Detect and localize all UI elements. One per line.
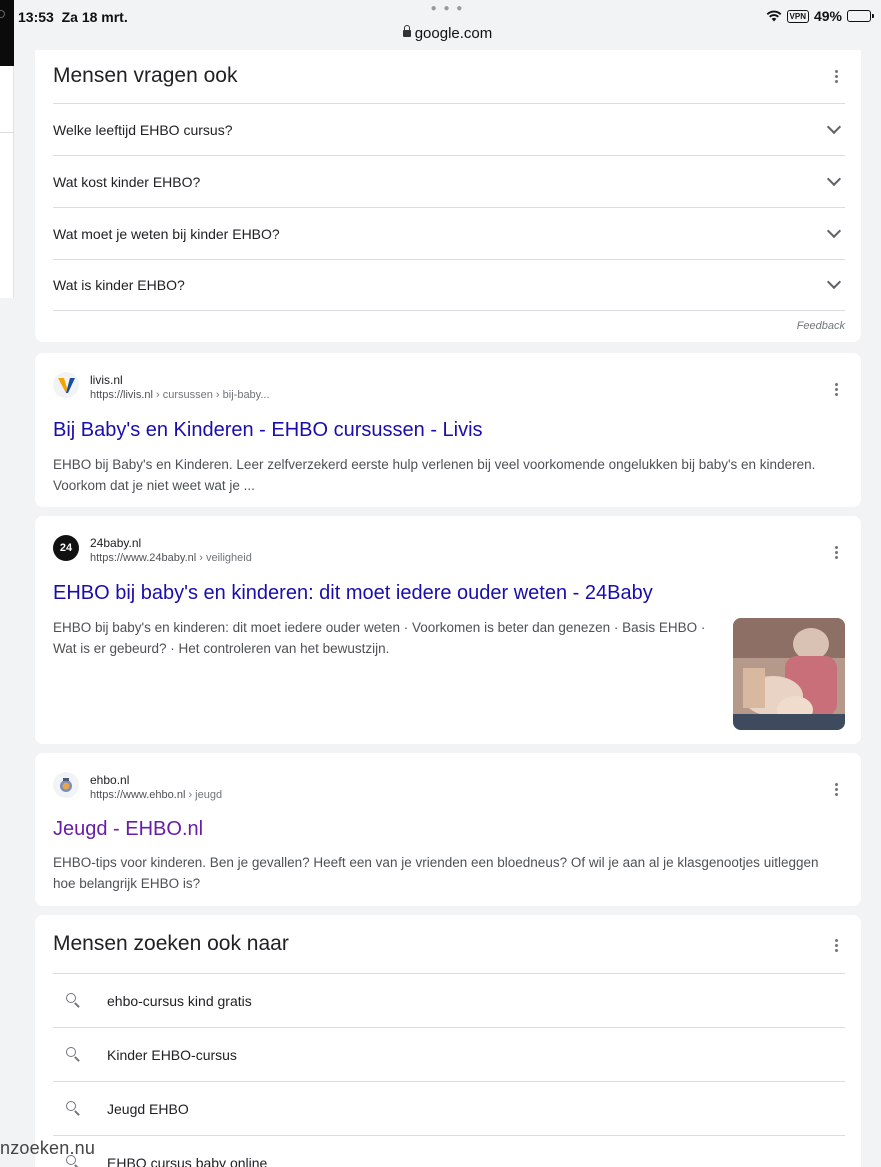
people-also-ask-title: Mensen vragen ook — [53, 64, 238, 87]
result-snippet: EHBO bij Baby's en Kinderen. Leer zelfve… — [53, 457, 816, 493]
lock-icon — [402, 25, 411, 37]
livis-logo-icon — [53, 372, 79, 398]
side-divider — [0, 132, 14, 133]
result-site-name: 24baby.nl — [90, 536, 142, 550]
24baby-logo-icon: 24 — [53, 535, 79, 561]
chevron-down-icon[interactable] — [826, 274, 842, 290]
result-url-base: https://www.24baby.nl — [90, 552, 197, 564]
status-bar: 13:53 Za 18 mrt. ● ● ● google.com VPN 49… — [14, 0, 881, 48]
related-search-item[interactable]: Kinder EHBO-cursus — [53, 1027, 845, 1081]
chevron-down-icon[interactable] — [826, 119, 842, 134]
multitasking-dots-icon[interactable]: ● ● ● — [14, 3, 881, 14]
battery-icon — [847, 10, 874, 22]
more-options-icon[interactable] — [829, 939, 843, 954]
24baby-logo-text: 24 — [59, 542, 73, 554]
question-text: Wat is kinder EHBO? — [53, 277, 185, 293]
related-search-item[interactable]: EHBO cursus baby online — [53, 1135, 845, 1167]
result-url-crumbs: › jeugd — [185, 789, 223, 801]
question-text: Wat moet je weten bij kinder EHBO? — [53, 225, 280, 242]
related-search-text: Kinder EHBO-cursus — [107, 1046, 237, 1063]
result-url[interactable]: https://www.ehbo.nl › jeugd — [90, 789, 222, 801]
related-search-text: Jeugd EHBO — [107, 1100, 189, 1117]
result-title-link[interactable]: EHBO bij baby's en kinderen: dit moet ie… — [53, 582, 653, 605]
wifi-icon — [766, 10, 782, 22]
result-snippet: EHBO bij baby's en kinderen: dit moet ie… — [53, 620, 706, 656]
result-url[interactable]: https://livis.nl › cursussen › bij-baby.… — [90, 389, 270, 401]
side-panel — [0, 66, 14, 298]
status-indicators: VPN 49% — [766, 8, 874, 24]
result-title-link[interactable]: Jeugd - EHBO.nl — [53, 818, 203, 841]
search-result-livis: livis.nl https://livis.nl › cursussen › … — [35, 353, 861, 507]
more-options-icon[interactable] — [829, 383, 843, 398]
result-url-base: https://www.ehbo.nl — [90, 789, 186, 801]
related-search-text: ehbo-cursus kind gratis — [107, 992, 252, 1009]
result-thumbnail-image[interactable] — [733, 618, 845, 730]
related-searches-title: Mensen zoeken ook naar — [53, 932, 289, 955]
related-search-text: EHBO cursus baby online — [107, 1154, 268, 1167]
chevron-down-icon[interactable] — [826, 171, 842, 186]
search-result-ehbo: ehbo.nl https://www.ehbo.nl › jeugd Jeug… — [35, 753, 861, 906]
ehbo-logo-icon — [53, 772, 79, 798]
result-site-name: ehbo.nl — [90, 773, 130, 787]
related-searches-card: Mensen zoeken ook naar ehbo-cursus kind … — [35, 915, 861, 1167]
battery-percentage: 49% — [813, 8, 842, 24]
search-icon — [65, 1100, 83, 1118]
question-item[interactable]: Wat moet je weten bij kinder EHBO? — [53, 207, 845, 259]
question-item[interactable]: Welke leeftijd EHBO cursus? — [53, 103, 845, 155]
search-icon — [65, 1046, 83, 1064]
question-item[interactable]: Wat is kinder EHBO? — [53, 259, 845, 311]
result-site-name: livis.nl — [90, 373, 123, 387]
question-item[interactable]: Wat kost kinder EHBO? — [53, 155, 845, 207]
question-text: Welke leeftijd EHBO cursus? — [53, 121, 233, 138]
more-options-icon[interactable] — [829, 546, 843, 561]
more-options-icon[interactable] — [829, 783, 843, 798]
result-url[interactable]: https://www.24baby.nl › veiligheid — [90, 552, 252, 564]
question-text: Wat kost kinder EHBO? — [53, 173, 201, 190]
search-icon — [65, 992, 83, 1010]
feedback-link[interactable]: Feedback — [797, 320, 845, 332]
related-search-item[interactable]: Jeugd EHBO — [53, 1081, 845, 1135]
search-result-24baby: 24 24baby.nl https://www.24baby.nl › vei… — [35, 516, 861, 744]
result-url-crumbs: › cursussen › bij-baby... — [152, 389, 270, 401]
more-options-icon[interactable] — [829, 70, 843, 85]
chevron-down-icon[interactable] — [826, 223, 842, 238]
result-title-link[interactable]: Bij Baby's en Kinderen - EHBO cursussen … — [53, 419, 483, 442]
people-also-ask-card: Mensen vragen ook Welke leeftijd EHBO cu… — [35, 50, 861, 342]
related-searches-list: ehbo-cursus kind gratis Kinder EHBO-curs… — [53, 973, 845, 1167]
related-search-item[interactable]: ehbo-cursus kind gratis — [53, 973, 845, 1027]
address-url: google.com — [414, 25, 493, 42]
result-snippet: EHBO-tips voor kinderen. Ben je gevallen… — [53, 855, 819, 891]
watermark-text: nzoeken.nu — [0, 1138, 96, 1158]
vpn-icon: VPN — [786, 9, 809, 23]
result-url-base: https://livis.nl — [90, 389, 153, 401]
questions-list: Welke leeftijd EHBO cursus? Wat kost kin… — [53, 103, 845, 311]
result-url-crumbs: › veiligheid — [196, 552, 252, 564]
address-bar[interactable]: google.com — [14, 25, 881, 42]
